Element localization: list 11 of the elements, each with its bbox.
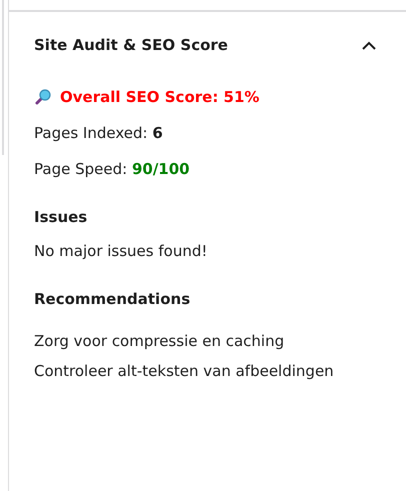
section-heading: Recommendations: [34, 290, 192, 308]
panel-header[interactable]: Site Audit & SEO Score: [34, 12, 406, 78]
seo-score: Overall SEO Score: 51%: [60, 88, 260, 106]
magnifier-icon: [34, 88, 52, 106]
stat-text: Page Speed: 90/100: [34, 160, 191, 178]
recommendation-text: Controleer alt-teksten van afbeeldingen: [34, 362, 335, 380]
chevron-icon: [362, 40, 376, 50]
stat-text: Pages Indexed: 6: [34, 124, 164, 142]
issue-text: No major issues found!: [34, 242, 208, 260]
section-heading: Issues: [34, 208, 88, 226]
recommendation-text: Zorg voor compressie en caching: [34, 332, 286, 350]
